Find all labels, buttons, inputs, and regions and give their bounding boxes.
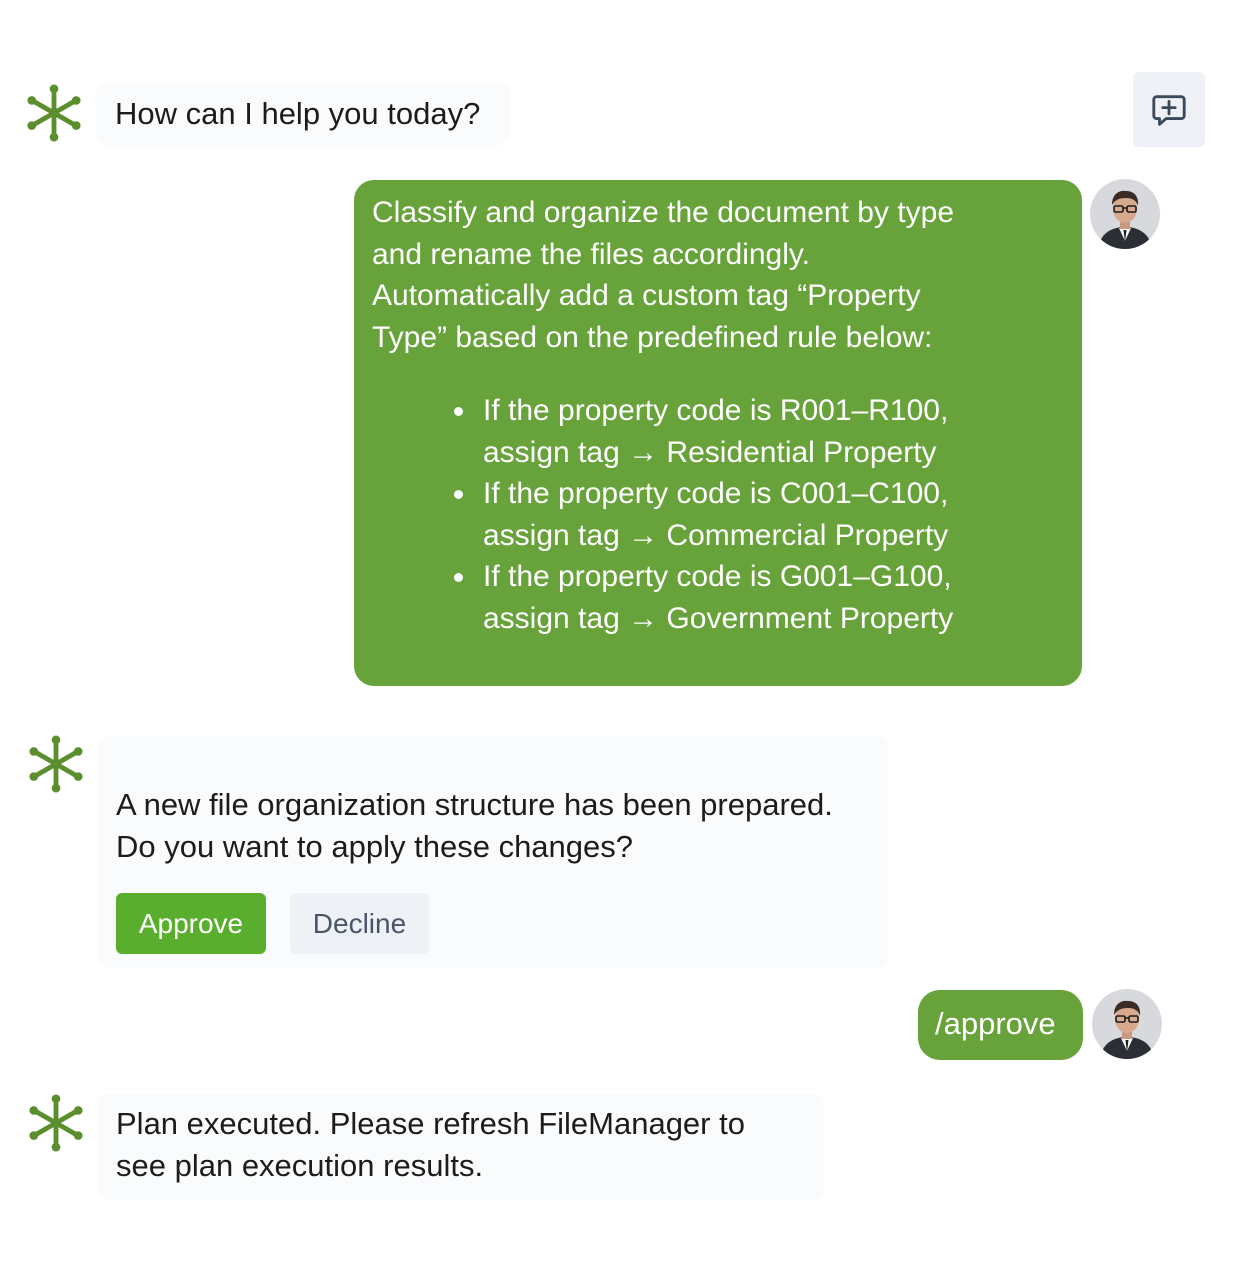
user-avatar (1090, 179, 1160, 249)
assistant-asterisk-icon (29, 735, 83, 793)
assistant-asterisk-icon (29, 1094, 83, 1152)
rule-action: assign tag → Residential Property (483, 435, 937, 469)
confirmation-line-1: A new file organization structure has be… (116, 787, 833, 822)
assistant-asterisk-icon (27, 84, 81, 142)
approve-button[interactable]: Approve (116, 893, 266, 954)
tag-rules-list: If the property code is R001–R100, assig… (372, 390, 1072, 639)
user-request-message: Classify and organize the document by ty… (354, 180, 1082, 686)
result-line-2: see plan execution results. (116, 1148, 484, 1183)
rule-item-government: If the property code is G001–G100, assig… (372, 556, 1072, 639)
assistant-avatar-icon (27, 735, 85, 793)
request-line-1: Classify and organize the document by ty… (372, 196, 954, 229)
greeting-text: How can I help you today? (115, 96, 481, 131)
rule-action: assign tag → Government Property (483, 601, 954, 635)
request-line-2: and rename the files accordingly. (372, 237, 811, 271)
result-line-1: Plan executed. Please refresh FileManage… (116, 1106, 745, 1141)
rule-item-residential: If the property code is R001–R100, assig… (372, 390, 1072, 473)
result-message: Plan executed. Please refresh FileManage… (98, 1094, 824, 1200)
rule-condition: If the property code is G001–G100, (483, 560, 952, 593)
request-line-4: Type” based on the predefined rule below… (372, 320, 933, 354)
chat-plus-icon (1152, 94, 1186, 126)
user-command-message: /approve (918, 990, 1083, 1060)
request-line-3: Automatically add a custom tag “Property (372, 279, 921, 312)
user-avatar (1092, 989, 1162, 1059)
assistant-avatar-icon (25, 84, 83, 142)
user-avatar-photo (1090, 179, 1160, 249)
greeting-message: How can I help you today? (96, 81, 510, 145)
assistant-avatar-icon (27, 1094, 85, 1152)
rule-item-commercial: If the property code is C001–C100, assig… (372, 473, 1072, 556)
decline-button[interactable]: Decline (290, 893, 429, 954)
user-avatar-photo (1092, 989, 1162, 1059)
user-command-text: /approve (935, 1006, 1056, 1041)
rule-condition: If the property code is R001–R100, (483, 394, 949, 427)
rule-condition: If the property code is C001–C100, (483, 477, 949, 510)
rule-action: assign tag → Commercial Property (483, 518, 949, 552)
confirmation-line-2: Do you want to apply these changes? (116, 829, 634, 864)
new-chat-button[interactable] (1133, 72, 1205, 147)
